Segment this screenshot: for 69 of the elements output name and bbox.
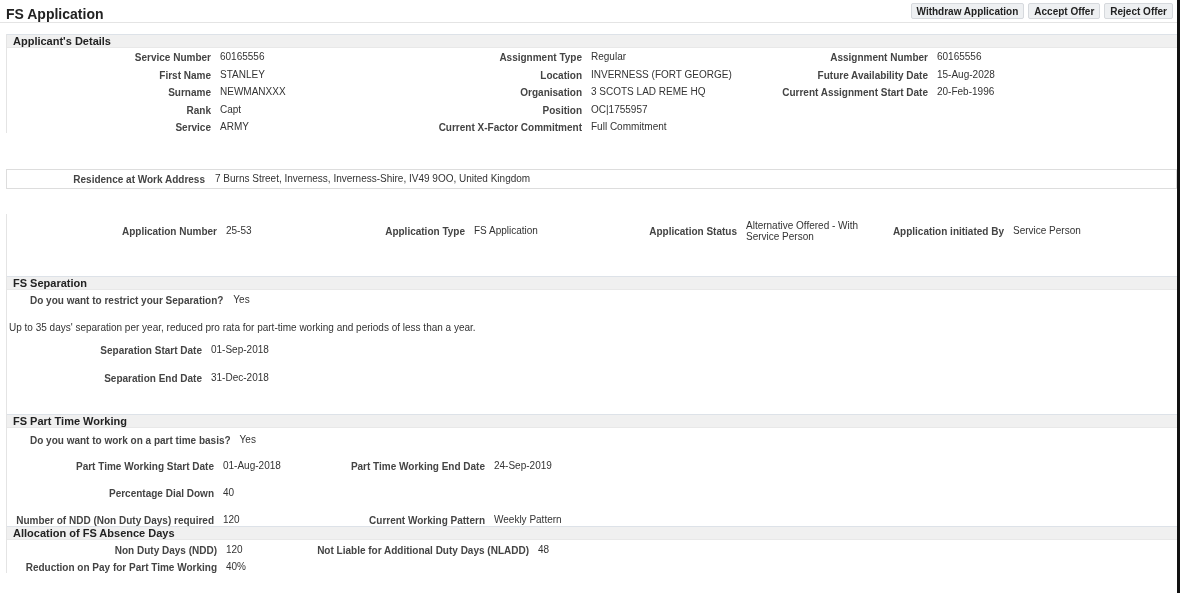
page-title: FS Application [6, 6, 104, 22]
field-label: Application Type [384, 226, 465, 237]
field-value: NEWMANXXX [220, 87, 287, 98]
field-label: Application Number [121, 226, 217, 237]
field-value: Yes [233, 295, 251, 306]
field-value: Capt [220, 104, 243, 115]
section-title: Applicant's Details [13, 35, 111, 47]
field-value: 31-Dec-2018 [211, 373, 270, 384]
field-value: Alternative Offered - With Service Person [746, 221, 860, 242]
field-value: 60165556 [220, 52, 266, 63]
field-value: 40% [226, 562, 247, 573]
field-label: First Name [158, 69, 211, 81]
field-label: Service [174, 122, 211, 133]
field-value: 48 [538, 545, 551, 556]
field-label: Reduction on Pay for Part Time Working [24, 562, 217, 573]
field-value: 25-53 [226, 226, 253, 237]
field-label: Non Duty Days (NDD) [113, 545, 217, 556]
field-value: Full Commitment [591, 122, 668, 133]
field-label: Current Working Pattern [368, 515, 485, 526]
field-label: Surname [167, 87, 211, 98]
action-button[interactable]: Accept Offer [1028, 3, 1101, 19]
field-value: 120 [226, 545, 244, 556]
field-value: 3 SCOTS LAD REME HQ [591, 87, 707, 98]
field-value: Yes [239, 435, 257, 446]
field-label: Organisation [519, 87, 582, 98]
field-label: Application Status [648, 226, 737, 237]
action-button[interactable]: Reject Offer [1104, 3, 1173, 19]
field-value: 120 [223, 515, 241, 526]
field-label: Do you want to restrict your Separation? [30, 295, 224, 306]
field-label: Part Time Working End Date [349, 461, 485, 472]
field-label: Percentage Dial Down [107, 488, 214, 499]
field-value: 01-Aug-2018 [223, 461, 282, 472]
field-label: Current X-Factor Commitment [437, 122, 582, 133]
field-label: Residence at Work Address [72, 173, 205, 185]
section-title: FS Separation [13, 277, 87, 289]
field-value: 24-Sep-2019 [494, 461, 553, 472]
field-label: Application initiated By [891, 226, 1004, 237]
field-label: Assignment Number [829, 52, 928, 63]
field-value: STANLEY [220, 69, 266, 80]
field-label: Current Assignment Start Date [781, 87, 928, 98]
field-value: 60165556 [937, 52, 983, 63]
field-label: Separation Start Date [99, 345, 202, 356]
field-value: INVERNESS (FORT GEORGE) [591, 69, 733, 80]
field-value: 15-Aug-2028 [937, 69, 996, 80]
field-value: FS Application [474, 226, 539, 237]
field-label: Separation End Date [103, 373, 202, 384]
field-label: Assignment Type [498, 52, 582, 63]
field-value: Service Person [1013, 226, 1082, 237]
field-value: 7 Burns Street, Inverness, Inverness-Shire, IV49 9OO, United Kingdom [215, 173, 532, 184]
field-value: 40 [223, 488, 236, 499]
action-button[interactable]: Withdraw Application [910, 3, 1025, 19]
field-label: Number of NDD (Non Duty Days) required [15, 515, 214, 526]
field-label: Do you want to work on a part time basis? [30, 435, 231, 446]
field-label: Rank [185, 104, 211, 116]
info-text: Up to 35 days' separation per year, reduced pro rata for part-time working and periods of less than a year. [8, 322, 477, 333]
field-label: Service Number [133, 52, 211, 63]
field-value: 01-Sep-2018 [211, 345, 270, 356]
field-value: Weekly Pattern [494, 515, 563, 526]
field-label: Not Liable for Additional Duty Days (NLADD) [316, 545, 529, 556]
field-value: Regular [591, 52, 628, 63]
section-title: Allocation of FS Absence Days [13, 527, 175, 539]
field-label: Future Availability Date [816, 69, 928, 81]
field-value: 20-Feb-1996 [937, 87, 996, 98]
field-label: Position [541, 104, 582, 116]
field-value: OC|1755957 [591, 104, 649, 115]
section-title: FS Part Time Working [13, 415, 127, 427]
field-value: ARMY [220, 122, 250, 133]
field-label: Location [539, 69, 582, 81]
field-label: Part Time Working Start Date [75, 461, 214, 472]
